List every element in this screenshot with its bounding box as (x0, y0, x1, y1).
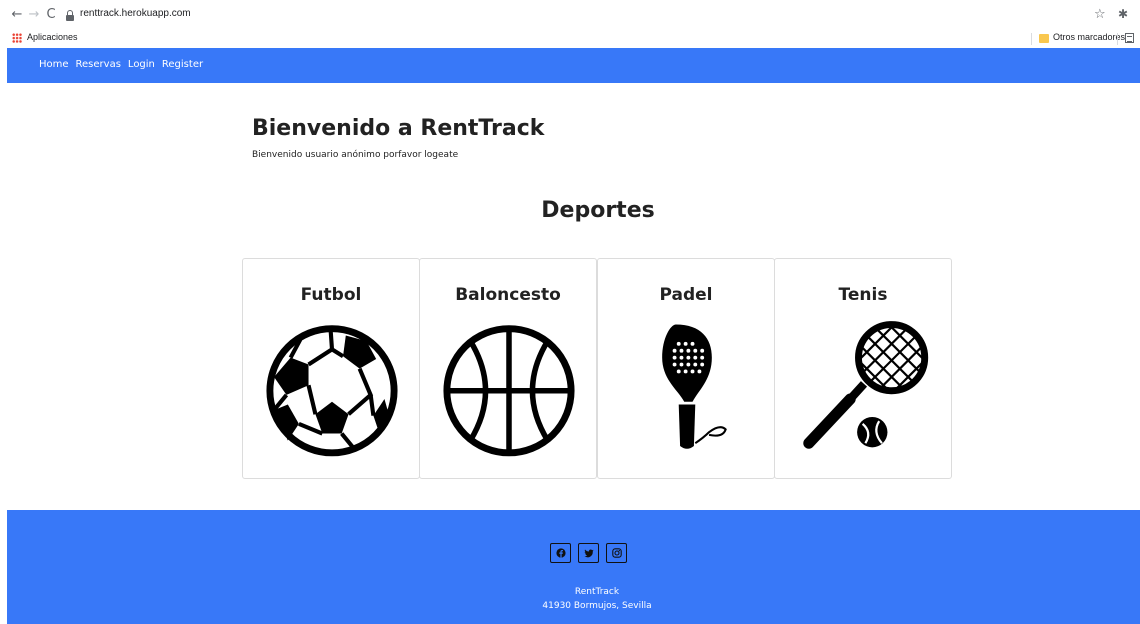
facebook-icon (555, 548, 566, 558)
padel-racket-icon (662, 324, 727, 449)
sport-card-tenis[interactable]: Tenis (774, 258, 952, 479)
browser-chrome: ← → C renttrack.herokuapp.com ☆ ✱ Aplica… (0, 0, 1140, 48)
card-title: Tenis (838, 285, 888, 305)
tennis-racket-icon (803, 319, 933, 449)
browser-toolbar: ← → C renttrack.herokuapp.com ☆ ✱ (0, 4, 1140, 28)
extensions-icon[interactable]: ✱ (1118, 7, 1128, 21)
apps-grid-icon[interactable] (12, 33, 22, 43)
twitter-button[interactable] (578, 543, 599, 563)
footer-brand: RentTrack (574, 587, 620, 597)
page-subtitle: Bienvenido usuario anónimo porfavor loge… (252, 150, 459, 160)
nav-link-home[interactable]: Home (39, 59, 69, 70)
address-bar[interactable]: renttrack.herokuapp.com (60, 6, 1080, 26)
soccer-ball-icon (266, 325, 398, 457)
url-text: renttrack.herokuapp.com (80, 8, 191, 19)
apps-bookmark[interactable]: Aplicaciones (27, 32, 78, 42)
reload-icon[interactable]: C (44, 7, 58, 23)
bookmark-separator (1031, 33, 1032, 45)
card-title: Padel (659, 285, 713, 305)
facebook-button[interactable] (550, 543, 571, 563)
bookmark-star-icon[interactable]: ☆ (1094, 7, 1106, 22)
instagram-icon (611, 548, 622, 558)
nav-link-register[interactable]: Register (162, 59, 203, 70)
reading-list-icon[interactable] (1125, 33, 1134, 43)
folder-icon[interactable] (1039, 34, 1049, 43)
nav-link-reservas[interactable]: Reservas (76, 59, 121, 70)
bookmarks-bar: Aplicaciones Otros marcadores (0, 30, 1140, 48)
site-navbar: Home Reservas Login Register (7, 48, 1140, 83)
back-arrow-icon[interactable]: ← (10, 7, 24, 23)
basketball-icon (443, 325, 575, 457)
card-title: Baloncesto (455, 285, 561, 305)
footer-address: 41930 Bormujos, Sevilla (542, 601, 652, 611)
sports-cards: Futbol Baloncesto Padel Tenis (242, 258, 952, 479)
sport-card-padel[interactable]: Padel (597, 258, 775, 479)
page-title: Bienvenido a RentTrack (252, 116, 545, 141)
bookmark-separator (1117, 33, 1118, 45)
lock-icon (66, 10, 74, 21)
site-footer: RentTrack 41930 Bormujos, Sevilla (7, 510, 1140, 624)
sport-card-baloncesto[interactable]: Baloncesto (419, 258, 597, 479)
instagram-button[interactable] (606, 543, 627, 563)
forward-arrow-icon[interactable]: → (27, 7, 41, 23)
sport-card-futbol[interactable]: Futbol (242, 258, 420, 479)
social-links (550, 543, 627, 563)
nav-links: Home Reservas Login Register (39, 59, 203, 70)
card-title: Futbol (300, 285, 362, 305)
other-bookmarks[interactable]: Otros marcadores (1053, 32, 1125, 42)
section-title: Deportes (541, 198, 655, 223)
twitter-icon (583, 549, 594, 557)
nav-link-login[interactable]: Login (128, 59, 155, 70)
